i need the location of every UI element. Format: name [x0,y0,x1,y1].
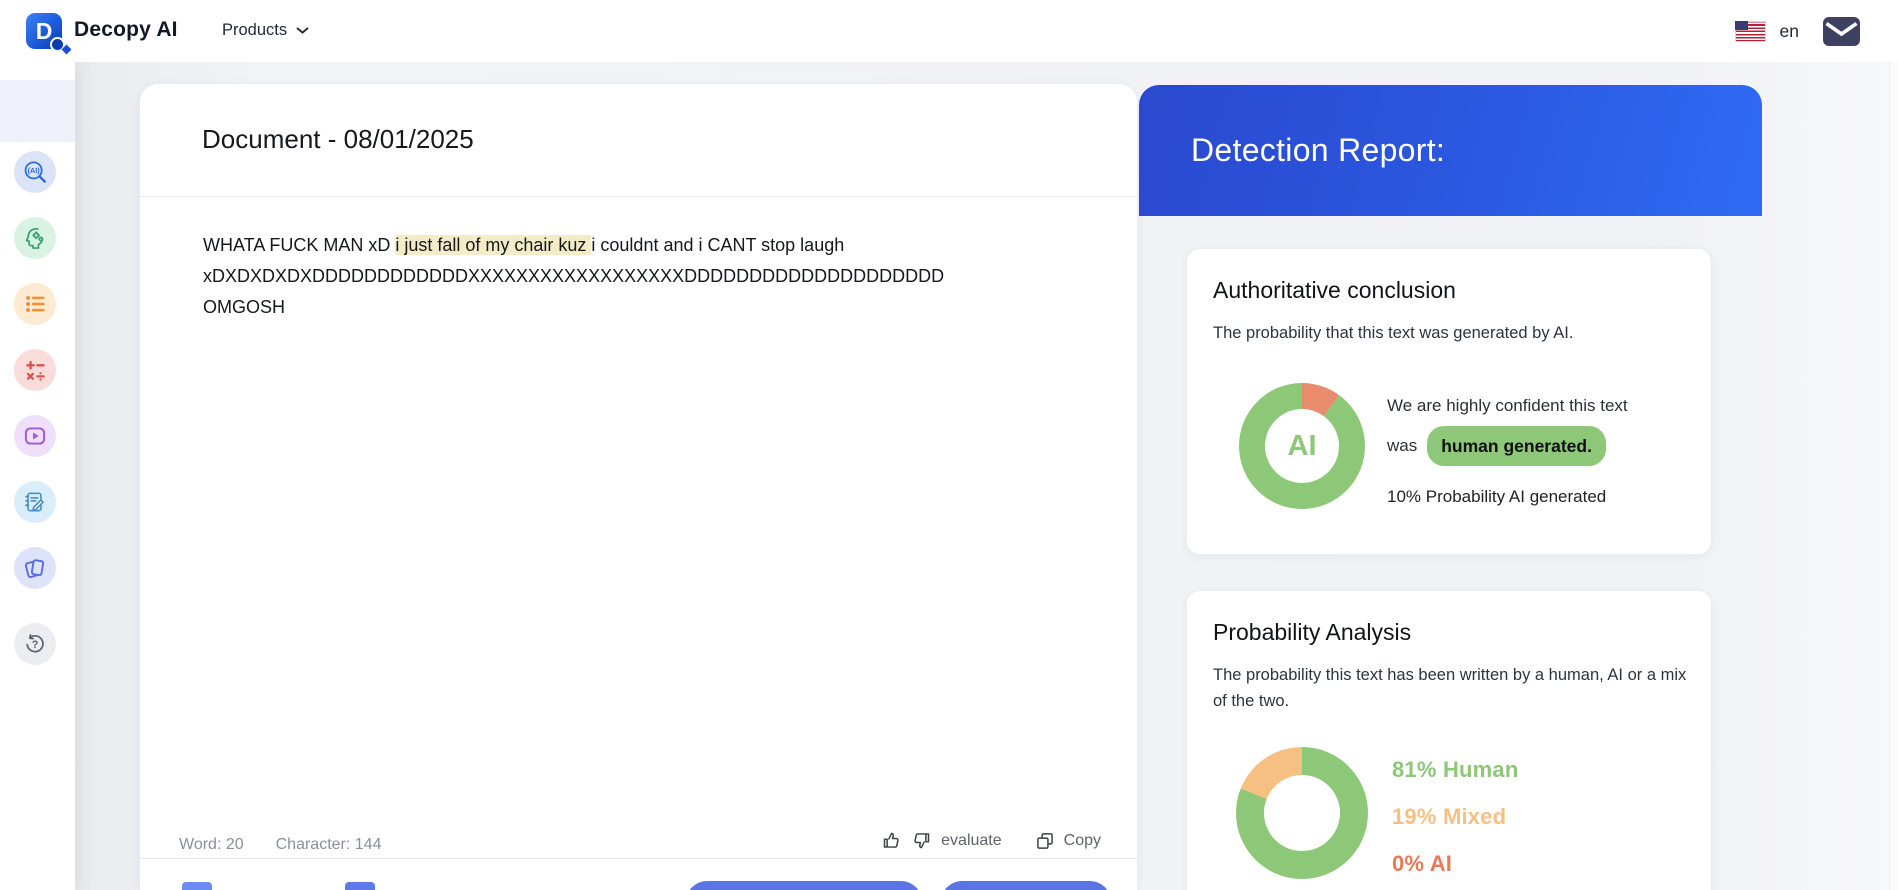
bullet-list-icon [26,296,45,312]
document-text-plain: WHATA FUCK MAN xD [203,235,396,255]
flashcards-icon [24,559,45,578]
word-count: Word: 20 [179,836,244,853]
thumbs-down-icon [914,833,930,849]
document-text: WHATA FUCK MAN xD i just fall of my chai… [203,230,1031,323]
probability-donut [1236,747,1368,879]
scrollbar[interactable] [1889,62,1898,890]
copy-icon [1036,832,1053,849]
detection-report-title: Detection Report: [1191,132,1446,168]
document-text-highlight: i just fall of my chair kuz [395,235,592,255]
probability-title: Probability Analysis [1213,619,1412,645]
legend-human: 81% Human [1392,757,1519,782]
thumbs-up-button[interactable] [881,830,902,851]
mail-icon[interactable] [1823,16,1860,46]
legend-ai: 0% AI [1392,851,1453,876]
selected-tool-highlight [0,80,75,142]
donut-center-label: AI [1287,429,1317,462]
thumbs-down-button[interactable] [911,830,932,851]
sidebar-item-flashcards[interactable] [14,547,56,589]
top-header: D Decopy AI Products en [0,0,1898,62]
bottom-action-button-2[interactable] [941,881,1111,890]
products-menu[interactable]: Products [222,21,311,40]
decopy-logo-icon[interactable]: D [26,13,72,55]
document-stats: Word: 20 Character: 144 [179,832,381,858]
thumbs-up-icon [883,832,899,848]
divider [140,858,1137,859]
document-title: Document - 08/01/2025 [202,124,474,154]
brand-name: Decopy AI [74,18,178,41]
chevron-down-icon [296,27,309,34]
character-count: Character: 144 [275,836,382,853]
math-symbols-icon [25,360,45,381]
svg-text:(AI): (AI) [28,166,41,175]
document-panel: Document - 08/01/2025 WHATA FUCK MAN xD … [140,84,1137,890]
sidebar-item-ai-humanizer[interactable] [14,217,56,259]
doc-upload-icon[interactable] [345,882,375,890]
language-selector[interactable]: en [1780,21,1799,42]
sidebar-item-video-tool[interactable] [14,415,56,457]
authoritative-subtitle: The probability that this text was gener… [1213,324,1574,342]
probability-subtitle: The probability this text has been writt… [1213,666,1687,710]
conclusion-prefix: was [1387,436,1418,455]
bottom-action-button-1[interactable] [686,881,922,890]
copy-button[interactable] [1035,831,1055,851]
legend-mixed: 19% Mixed [1392,804,1507,829]
page: D Decopy AI Products en (AI) ? Document … [0,0,1898,890]
sidebar-item-notes[interactable] [14,481,56,523]
probability-legend: 81% Human 19% Mixed 0% AI [1392,757,1519,877]
svg-text:?: ? [32,639,39,651]
authoritative-donut: AI [1239,383,1365,509]
ai-probability-line: 10% Probability AI generated [1387,487,1607,506]
ai-detector-magnifier-icon: (AI) [24,161,46,183]
sidebar-item-help[interactable]: ? [14,623,56,665]
conclusion-line1: We are highly confident this text [1387,396,1628,415]
probability-analysis-card: Probability Analysis The probability thi… [1186,590,1712,890]
conclusion-text: We are highly confident this text was hu… [1387,391,1687,512]
evaluate-button[interactable]: evaluate [941,832,1002,850]
tools-sidebar: (AI) ? [0,62,75,890]
sidebar-item-ai-detector[interactable]: (AI) [14,151,56,193]
products-label: Products [222,21,288,39]
video-play-icon [24,427,46,445]
brain-gears-icon [25,227,43,249]
us-flag-icon [1734,20,1766,42]
sidebar-item-math-solver[interactable] [14,349,56,391]
copy-label[interactable]: Copy [1064,832,1101,850]
help-question-icon: ? [26,634,44,653]
authoritative-conclusion-card: Authoritative conclusion The probability… [1186,248,1712,555]
sidebar-item-summary-list[interactable] [14,283,56,325]
detection-report-banner: Detection Report: [1139,85,1762,216]
divider [140,196,1137,197]
authoritative-title: Authoritative conclusion [1213,277,1456,303]
logo-diamond-icon [61,44,72,55]
human-generated-badge: human generated. [1427,426,1606,466]
doc-file-icon[interactable] [182,882,212,890]
notepad-pencil-icon [25,492,44,512]
